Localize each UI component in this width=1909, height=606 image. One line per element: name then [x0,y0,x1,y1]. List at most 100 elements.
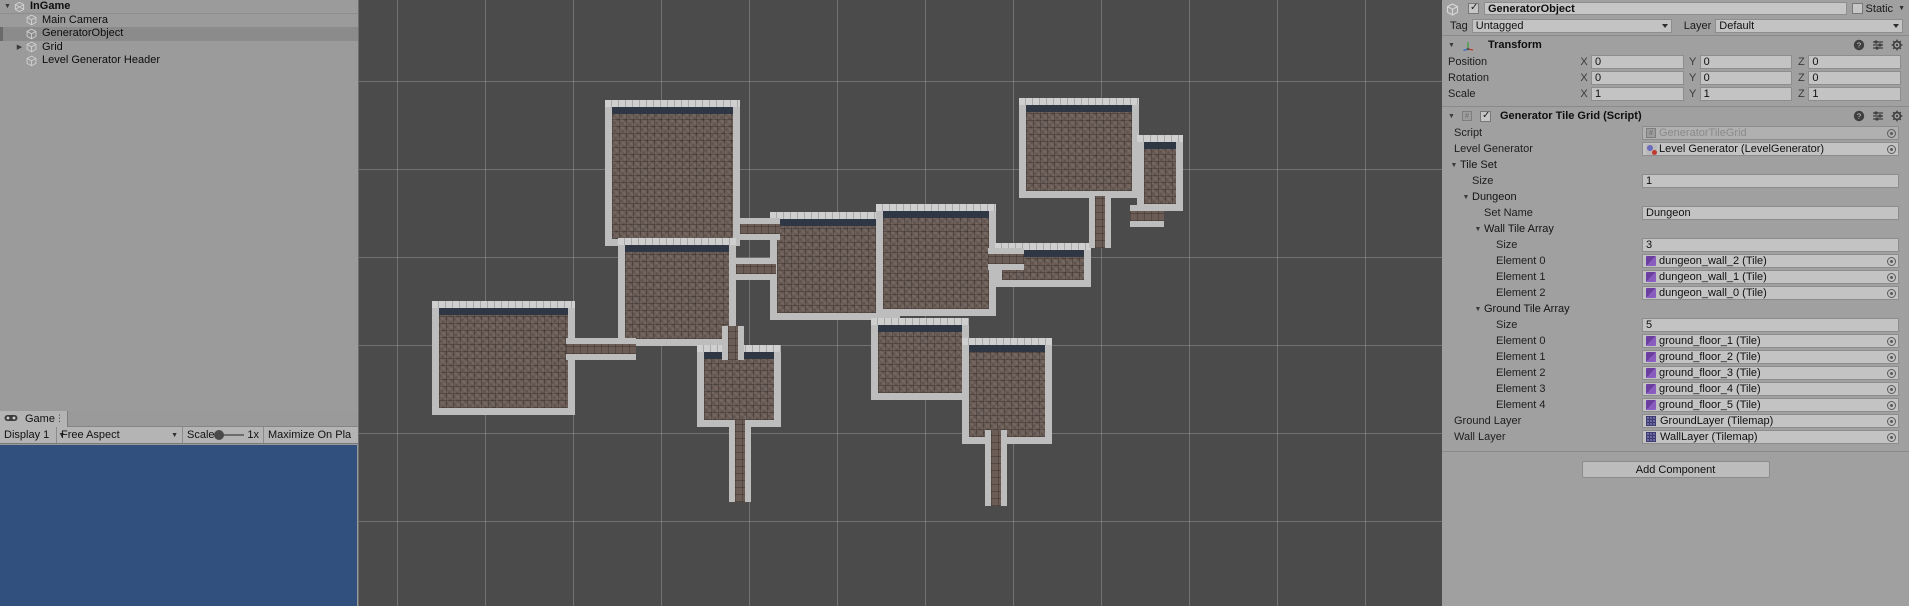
object-picker-icon[interactable] [1887,417,1896,426]
static-checkbox[interactable] [1851,3,1863,14]
help-icon[interactable]: ? [1853,39,1865,51]
inspector-panel[interactable]: GeneratorObject Static ▼ Tag Untagged La… [1442,0,1909,606]
component-enabled-checkbox[interactable] [1480,110,1491,122]
tab-game-label: Game [25,413,55,425]
help-icon[interactable]: ? [1853,110,1865,122]
set-name-value-text: Dungeon [1646,207,1691,219]
ground-tile-array-foldout[interactable]: Ground Tile Array [1442,301,1909,317]
object-picker-icon[interactable] [1887,145,1896,154]
generator-tile-grid-header[interactable]: # Generator Tile Grid (Script) ? [1442,106,1909,125]
foldout-arrow-icon[interactable] [1446,42,1457,49]
transform-position-x-input[interactable]: 0 [1591,55,1684,69]
wall-tile-array-foldout-label: Wall Tile Array [1484,223,1554,235]
game-tabbar: Game ⋮ [0,411,358,427]
foldout-arrow-icon[interactable] [2,3,13,10]
foldout-arrow-icon[interactable] [1448,162,1460,169]
wall-tile-element-0-label: Element 0 [1496,255,1546,267]
chevron-down-icon[interactable]: ▼ [1896,5,1905,12]
wall-tile-array-foldout[interactable]: Wall Tile Array [1442,221,1909,237]
scale-slider-knob[interactable] [213,430,224,440]
object-picker-icon[interactable] [1887,257,1896,266]
hierarchy-item-label: Level Generator Header [42,54,161,67]
wall-tile-element-0-value[interactable]: dungeon_wall_2 (Tile) [1642,254,1899,268]
object-picker-icon[interactable] [1887,337,1896,346]
wall-tile-array-size-value[interactable]: 3 [1642,238,1899,252]
gear-icon[interactable] [1891,110,1903,122]
transform-component-header[interactable]: Transform ? [1442,35,1909,54]
ground-tile-element-3-value[interactable]: ground_floor_4 (Tile) [1642,382,1899,396]
ground-tile-element-1-value[interactable]: ground_floor_2 (Tile) [1642,350,1899,364]
component-header-icons[interactable]: ? [1853,110,1903,122]
ground-tile-array-size-value[interactable]: 5 [1642,318,1899,332]
object-picker-icon[interactable] [1887,433,1896,442]
object-picker-icon[interactable] [1887,129,1896,138]
foldout-arrow-icon[interactable] [1472,306,1484,313]
axis-label-z: Z [1797,88,1805,100]
display-dropdown[interactable]: Display 1 ▼ [0,427,65,443]
layer-dropdown[interactable]: Default [1715,19,1903,33]
aspect-dropdown[interactable]: Free Aspect ▼ [57,427,182,443]
transform-rotation-y-input[interactable]: 0 [1699,71,1793,85]
preset-icon[interactable] [1872,39,1884,51]
hierarchy-item-generatorobject[interactable]: GeneratorObject [0,27,358,41]
hierarchy-item-main-camera[interactable]: Main Camera [0,14,358,28]
tile-set-foldout[interactable]: Tile Set [1442,157,1909,173]
ground-tile-element-4-value[interactable]: ground_floor_5 (Tile) [1642,398,1899,412]
foldout-arrow-icon[interactable] [14,44,25,51]
object-picker-icon[interactable] [1887,385,1896,394]
object-enabled-checkbox[interactable] [1468,2,1479,14]
scene-view[interactable] [359,0,1442,606]
transform-scale-x-input[interactable]: 1 [1591,87,1684,101]
scale-slider-group[interactable]: Scale 1x [183,427,263,443]
corridor-f [729,420,751,502]
transform-rotation-z-input[interactable]: 0 [1808,71,1902,85]
set-name-value[interactable]: Dungeon [1642,206,1899,220]
ground-tile-element-row: Element 0 ground_floor_1 (Tile) [1442,333,1909,349]
wall-tile-element-1-value[interactable]: dungeon_wall_1 (Tile) [1642,270,1899,284]
panel-menu-icon[interactable]: ⋮ [55,413,64,424]
foldout-arrow-icon[interactable] [1472,226,1484,233]
hierarchy-panel[interactable]: InGameMain CameraGeneratorObjectGridLeve… [0,0,359,411]
tile-set-size-value[interactable]: 1 [1642,174,1899,188]
object-picker-icon[interactable] [1887,353,1896,362]
object-picker-icon[interactable] [1887,289,1896,298]
wall-layer-value[interactable]: WallLayer (Tilemap) [1642,430,1899,444]
gameobject-icon [1446,2,1460,16]
ground-layer-value[interactable]: GroundLayer (Tilemap) [1642,414,1899,428]
maximize-on-play-toggle[interactable]: Maximize On Pla [264,427,355,443]
foldout-arrow-icon[interactable] [1460,194,1472,201]
object-picker-icon[interactable] [1887,369,1896,378]
transform-scale-z-input[interactable]: 1 [1808,87,1902,101]
ground-tile-element-0-value[interactable]: ground_floor_1 (Tile) [1642,334,1899,348]
svg-text:?: ? [1857,41,1861,50]
gameobject-icon [25,55,39,67]
ground-tile-element-2-value[interactable]: ground_floor_3 (Tile) [1642,366,1899,380]
game-toolbar[interactable]: Display 1 ▼ Free Aspect ▼ Scale 1x Maxim… [0,427,358,444]
gear-icon[interactable] [1891,39,1903,51]
hierarchy-item-ingame[interactable]: InGame [0,0,358,14]
dungeon-foldout[interactable]: Dungeon [1442,189,1909,205]
transform-position-z-input[interactable]: 0 [1808,55,1902,69]
transform-position-y-input[interactable]: 0 [1699,55,1793,69]
game-view-render[interactable] [0,445,357,606]
transform-rotation-x-input[interactable]: 0 [1591,71,1684,85]
level-generator-value[interactable]: Level Generator (LevelGenerator) [1642,142,1899,156]
add-component-button[interactable]: Add Component [1581,461,1770,478]
tab-game[interactable]: Game ⋮ [0,411,68,427]
transform-scale-y: Y1 [1689,87,1793,101]
component-header-icons[interactable]: ? [1853,39,1903,51]
scale-slider[interactable] [213,430,245,440]
hierarchy-list[interactable]: InGameMain CameraGeneratorObjectGridLeve… [0,0,358,68]
object-name-field[interactable]: GeneratorObject [1484,2,1847,15]
hierarchy-item-grid[interactable]: Grid [0,41,358,55]
level-generator-label: Level Generator [1454,143,1533,155]
foldout-arrow-icon[interactable] [1446,113,1457,120]
wall-tile-element-2-value[interactable]: dungeon_wall_0 (Tile) [1642,286,1899,300]
object-picker-icon[interactable] [1887,273,1896,282]
transform-scale-y-input[interactable]: 1 [1699,87,1793,101]
object-picker-icon[interactable] [1887,401,1896,410]
preset-icon[interactable] [1872,110,1884,122]
tag-dropdown[interactable]: Untagged [1471,19,1672,33]
static-toggle-group[interactable]: Static ▼ [1851,3,1905,15]
hierarchy-item-level-generator-header[interactable]: Level Generator Header [0,54,358,68]
